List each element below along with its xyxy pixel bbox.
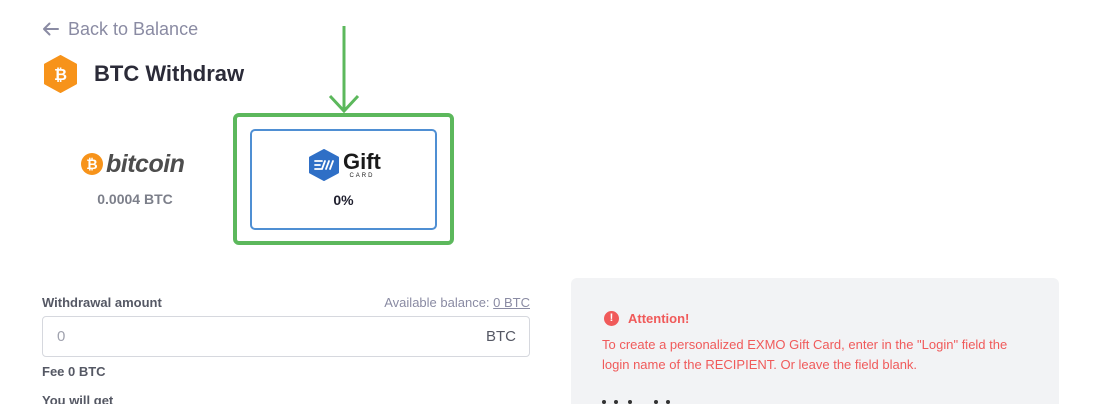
withdrawal-amount-label: Withdrawal amount [42,295,162,310]
cut-off-text-fragment [602,397,682,404]
annotation-arrow-icon [328,26,360,114]
bitcoin-coin-icon: ₿ [44,55,77,93]
page-title: BTC Withdraw [94,61,245,86]
gift-card-wordmark: Gift CARD [343,149,381,180]
back-to-balance-link[interactable]: Back to Balance [42,17,198,41]
attention-panel: ! Attention! To create a personalized EX… [571,278,1059,404]
bitcoin-logo-icon: ₿ [81,153,103,175]
alert-icon: ! [604,311,619,326]
page-header: ₿ BTC Withdraw [42,55,244,93]
attention-message: To create a personalized EXMO Gift Card,… [602,337,1008,372]
bitcoin-logo-text: bitcoin [106,150,185,178]
amount-currency-suffix: BTC [486,328,516,345]
gift-card-method-fee: 0% [333,192,354,208]
available-balance-label: Available balance: [384,295,494,310]
attention-header: ! Attention! [604,311,689,326]
arrow-left-icon [42,22,59,36]
back-link-label: Back to Balance [68,18,199,39]
bitcoin-coin-symbol: ₿ [54,65,67,84]
bitcoin-logo: ₿ bitcoin [80,150,185,178]
bitcoin-logo-symbol: ₿ [86,157,97,173]
withdrawal-amount-field: BTC [42,316,530,357]
withdrawal-amount-input[interactable] [57,317,457,356]
gift-card-logo-subtext: CARD [349,173,375,179]
exmo-logo-icon [309,149,339,181]
method-bitcoin-option[interactable]: ₿ bitcoin 0.0004 BTC [62,130,208,228]
gift-card-logo-text: Gift [343,149,381,174]
you-will-get-label: You will get [42,393,114,404]
method-gift-card-option[interactable]: Gift CARD 0% [250,129,437,230]
exmo-gift-card-logo: Gift CARD [307,149,381,181]
available-balance-link[interactable]: 0 BTC [493,295,530,310]
attention-title: Attention! [628,311,690,326]
bitcoin-method-fee: 0.0004 BTC [97,191,173,207]
available-balance: Available balance: 0 BTC [384,295,530,310]
fee-text: Fee 0 BTC [42,364,106,379]
